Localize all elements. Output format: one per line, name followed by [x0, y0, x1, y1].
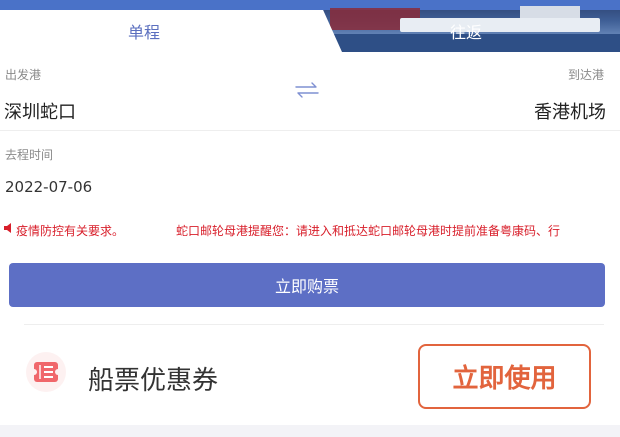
outbound-date-value[interactable]: 2022-07-06	[5, 178, 92, 196]
swap-arrows-icon[interactable]	[294, 81, 320, 99]
departure-port-value[interactable]: 深圳蛇口	[4, 98, 76, 124]
tab-single-trip-label[interactable]: 单程	[128, 19, 160, 43]
speaker-icon	[4, 223, 11, 233]
departure-port-label: 出发港	[5, 68, 42, 82]
buy-ticket-button[interactable]: 立即购票	[9, 263, 605, 307]
banner-ship	[400, 18, 600, 32]
arrival-port-value[interactable]: 香港机场	[534, 98, 606, 124]
divider	[24, 324, 604, 325]
use-coupon-button[interactable]: 立即使用	[418, 344, 591, 409]
notice-text-1: 疫情防控有关要求。	[16, 224, 125, 238]
outbound-date-label: 去程时间	[5, 148, 54, 162]
tab-single-trip[interactable]	[0, 10, 330, 52]
ticket-icon	[26, 352, 66, 392]
notice-marquee: 疫情防控有关要求。 蛇口邮轮母港提醒您：请进入和抵达蛇口邮轮母港时提前准备粤康码…	[0, 221, 620, 239]
arrival-port-label: 到达港	[568, 68, 605, 82]
tab-round-trip-label[interactable]: 往返	[450, 19, 482, 43]
bottom-band	[0, 425, 620, 437]
divider	[0, 130, 620, 131]
coupon-title: 船票优惠券	[88, 366, 219, 396]
notice-text-2: 蛇口邮轮母港提醒您：请进入和抵达蛇口邮轮母港时提前准备粤康码、行	[176, 224, 561, 238]
